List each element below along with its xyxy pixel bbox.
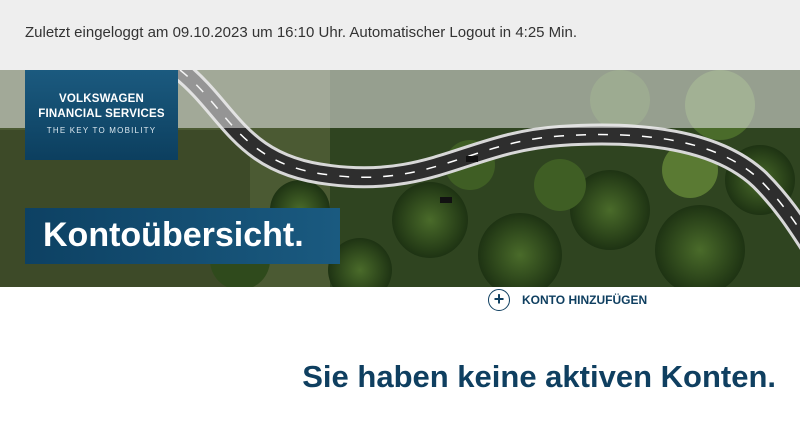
add-account-label: KONTO HINZUFÜGEN <box>522 293 648 307</box>
page-title: Kontoübersicht. <box>43 216 304 254</box>
vw-fs-logo[interactable]: VOLKSWAGEN FINANCIAL SERVICES THE KEY TO… <box>25 70 178 160</box>
logo-brand-line1: VOLKSWAGEN <box>58 93 145 105</box>
session-info-text: Zuletzt eingeloggt am 09.10.2023 um 16:1… <box>25 24 578 41</box>
empty-state-message: Sie haben keine aktiven Konten. <box>302 359 776 394</box>
add-account-button[interactable]: + KONTO HINZUFÜGEN <box>488 288 647 312</box>
plus-circle-icon: + <box>488 289 510 311</box>
logo-brand-line2: FINANCIAL SERVICES <box>38 108 165 120</box>
session-bar: Zuletzt eingeloggt am 09.10.2023 um 16:1… <box>0 0 800 70</box>
page-title-box: Kontoübersicht. <box>25 208 340 264</box>
logo-tagline: THE KEY TO MOBILITY <box>46 126 157 135</box>
